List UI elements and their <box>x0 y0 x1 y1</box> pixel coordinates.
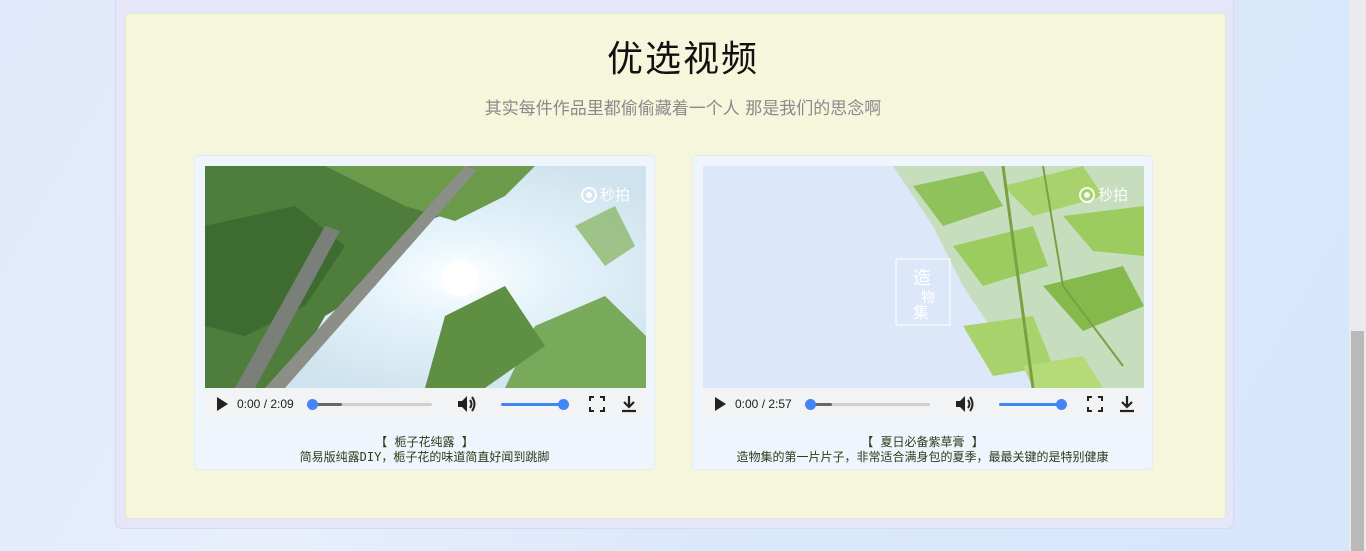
watermark-text: 秒拍 <box>1097 186 1128 204</box>
progress-bar[interactable] <box>307 399 432 410</box>
svg-text:集: 集 <box>913 303 929 322</box>
scrollbar-thumb[interactable] <box>1351 331 1364 551</box>
volume-slider[interactable] <box>501 399 569 410</box>
video-thumbnail-leaves: 造 物 集 <box>703 166 1144 388</box>
progress-bar[interactable] <box>805 399 930 410</box>
time-display: 0:00 / 2:09 <box>237 397 294 411</box>
video-player[interactable]: 造 物 集 秒拍 0:00 / 2:57 <box>703 166 1144 419</box>
volume-icon[interactable] <box>457 395 477 413</box>
video-frame[interactable]: 造 物 集 秒拍 <box>703 166 1144 388</box>
watermark-text: 秒拍 <box>599 186 630 204</box>
volume-slider[interactable] <box>999 399 1067 410</box>
camera-icon <box>1078 186 1095 203</box>
fullscreen-icon[interactable] <box>589 396 605 412</box>
section-title: 优选视频 <box>606 39 759 80</box>
watermark: 秒拍 <box>1078 184 1128 205</box>
volume-knob[interactable] <box>558 399 569 410</box>
time-display: 0:00 / 2:57 <box>735 397 792 411</box>
progress-knob[interactable] <box>307 399 318 410</box>
play-icon[interactable] <box>715 397 726 411</box>
video-frame[interactable]: 秒拍 <box>205 166 646 388</box>
watermark: 秒拍 <box>580 184 630 205</box>
video-controls: 0:00 / 2:57 <box>703 388 1144 419</box>
video-thumbnail-leaves <box>205 166 646 388</box>
fullscreen-icon[interactable] <box>1087 396 1103 412</box>
camera-icon <box>580 186 597 203</box>
volume-icon[interactable] <box>955 395 975 413</box>
video-card: 秒拍 0:00 / 2:09 【 栀子花纯露 】 简易版纯露DIY，栀子花的味道… <box>194 155 655 470</box>
download-icon[interactable] <box>1119 395 1135 413</box>
volume-knob[interactable] <box>1056 399 1067 410</box>
svg-text:造: 造 <box>913 268 931 289</box>
page-scrollbar[interactable] <box>1349 0 1366 551</box>
download-icon[interactable] <box>621 395 637 413</box>
play-icon[interactable] <box>217 397 228 411</box>
video-card: 造 物 集 秒拍 0:00 / 2:57 【 夏日必备紫草膏 】 造物集的第一片… <box>692 155 1153 470</box>
video-player[interactable]: 秒拍 0:00 / 2:09 <box>205 166 646 419</box>
video-description: 造物集的第一片片子，非常适合满身包的夏季，最最关键的是特别健康 <box>736 450 1109 464</box>
progress-knob[interactable] <box>805 399 816 410</box>
section-subtitle: 其实每件作品里都偷偷藏着一个人 那是我们的思念啊 <box>484 99 882 119</box>
video-controls: 0:00 / 2:09 <box>205 388 646 419</box>
video-description: 简易版纯露DIY，栀子花的味道简直好闻到跳脚 <box>299 450 550 464</box>
